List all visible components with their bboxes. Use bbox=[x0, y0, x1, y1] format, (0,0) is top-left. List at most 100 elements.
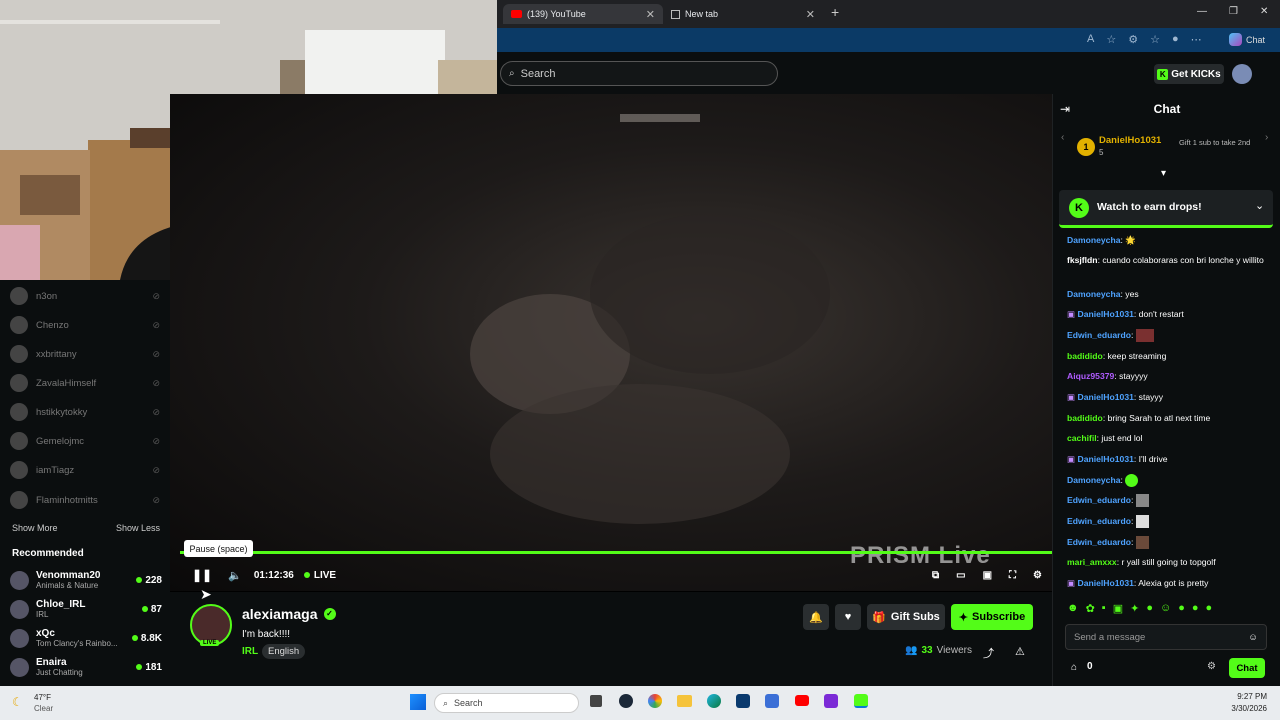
outlook-icon[interactable] bbox=[765, 694, 779, 708]
settings-icon[interactable]: ⚙ bbox=[1033, 570, 1042, 581]
pin-toggle-icon[interactable]: ▾ bbox=[1161, 168, 1166, 179]
emote-icon[interactable]: ● bbox=[1206, 602, 1213, 615]
emote-icon[interactable]: ☻ bbox=[1067, 602, 1079, 615]
get-kicks-button[interactable]: K Get KICKs bbox=[1154, 64, 1224, 84]
gift-subs-button[interactable]: 🎁 Gift Subs bbox=[867, 604, 945, 630]
top-gifter-name[interactable]: DanielHo1031 bbox=[1099, 135, 1161, 146]
steam-icon[interactable] bbox=[619, 694, 633, 708]
chat-username[interactable]: DanielHo1031 bbox=[1078, 454, 1134, 464]
sidebar-following-item[interactable]: Chenzo ⊘ bbox=[10, 311, 160, 339]
emote-icon[interactable]: ● bbox=[1192, 602, 1199, 615]
chat-username[interactable]: Edwin_eduardo bbox=[1067, 495, 1131, 505]
follow-button[interactable]: ♥ bbox=[835, 604, 861, 630]
video-player[interactable]: PRISM Live bbox=[170, 94, 1052, 591]
chat-username[interactable]: badidido bbox=[1067, 351, 1103, 361]
sidebar-following-item[interactable]: ZavalaHimself ⊘ bbox=[10, 369, 160, 397]
chat-username[interactable]: DanielHo1031 bbox=[1078, 578, 1134, 588]
store-icon[interactable] bbox=[736, 694, 750, 708]
chrome-icon[interactable] bbox=[648, 694, 662, 708]
close-tab-icon[interactable]: ✕ bbox=[806, 8, 815, 21]
minimize-icon[interactable]: — bbox=[1197, 6, 1207, 17]
drops-banner[interactable]: K Watch to earn drops! ⌄ bbox=[1059, 190, 1273, 228]
taskbar-search[interactable]: ⌕ Search bbox=[434, 693, 579, 713]
chevron-right-icon[interactable]: › bbox=[1265, 132, 1268, 143]
favorites-icon[interactable]: ☆ bbox=[1150, 33, 1160, 46]
chat-username[interactable]: Aiquz95379 bbox=[1067, 371, 1114, 381]
profile-icon[interactable]: ● bbox=[1172, 33, 1179, 46]
sidebar-following-item[interactable]: Gemelojmc ⊘ bbox=[10, 427, 160, 455]
youtube-app-icon[interactable] bbox=[795, 695, 809, 706]
kick-app-icon[interactable] bbox=[854, 694, 868, 708]
volume-icon[interactable]: 🔈 bbox=[228, 569, 242, 582]
sidebar-following-item[interactable]: iamTiagz ⊘ bbox=[10, 456, 160, 484]
fullscreen-icon[interactable]: ⛶ bbox=[1009, 570, 1016, 581]
chevron-down-icon[interactable]: ⌄ bbox=[1255, 199, 1264, 212]
category-link[interactable]: IRL bbox=[242, 646, 258, 657]
sidebar-following-item[interactable]: hstikkytokky ⊘ bbox=[10, 398, 160, 426]
chat-username[interactable]: badidido bbox=[1067, 413, 1103, 423]
chat-input[interactable]: Send a message ☺ bbox=[1065, 624, 1267, 650]
extension-icon[interactable]: ⚙ bbox=[1128, 33, 1138, 46]
sidebar-following-item[interactable]: Flaminhotmitts ⊘ bbox=[10, 486, 160, 514]
notification-button[interactable]: 🔔 bbox=[803, 604, 829, 630]
chat-username[interactable]: Damoneycha bbox=[1067, 235, 1121, 245]
streamer-name[interactable]: alexiamaga bbox=[242, 606, 318, 622]
chat-username[interactable]: DanielHo1031 bbox=[1078, 309, 1134, 319]
recommended-item[interactable]: Venomman20 Animals & Nature 228 bbox=[10, 565, 162, 595]
task-view-icon[interactable] bbox=[590, 695, 602, 707]
chevron-left-icon[interactable]: ‹ bbox=[1061, 132, 1064, 143]
progress-bar[interactable] bbox=[180, 551, 1052, 554]
chat-username[interactable]: mari_amxxx bbox=[1067, 557, 1117, 567]
pause-icon[interactable]: ❚❚ bbox=[192, 568, 212, 582]
close-tab-icon[interactable]: ✕ bbox=[646, 8, 655, 21]
tab-youtube[interactable]: (139) YouTube ✕ bbox=[503, 4, 663, 24]
chat-settings-icon[interactable]: ⚙ bbox=[1207, 661, 1216, 672]
recommended-item[interactable]: xQc Tom Clancy's Rainbo... 8.8K bbox=[10, 623, 162, 653]
address-bar[interactable]: A ☆ ⚙ ☆ ● ⋯ Chat bbox=[497, 28, 1280, 52]
chat-username[interactable]: Edwin_eduardo bbox=[1067, 537, 1131, 547]
send-chat-button[interactable]: Chat bbox=[1229, 658, 1265, 678]
favorite-icon[interactable]: ☆ bbox=[1106, 33, 1116, 46]
share-icon[interactable]: ⤴ bbox=[983, 645, 994, 661]
more-icon[interactable]: ⋯ bbox=[1191, 33, 1202, 46]
emote-icon[interactable]: ▣ bbox=[1113, 602, 1123, 615]
chat-username[interactable]: cachifil bbox=[1067, 433, 1097, 443]
chat-username[interactable]: Edwin_eduardo bbox=[1067, 330, 1131, 340]
theater-icon[interactable]: ▭ bbox=[956, 570, 965, 581]
emote-icon[interactable]: ✿ bbox=[1086, 602, 1095, 615]
clock-date[interactable]: 3/30/2026 bbox=[1205, 704, 1267, 713]
language-tag[interactable]: English bbox=[262, 644, 306, 659]
sidebar-following-item[interactable]: xxbrittany ⊘ bbox=[10, 340, 160, 368]
chat-username[interactable]: Damoneycha bbox=[1067, 475, 1121, 485]
copilot-chat-button[interactable]: Chat bbox=[1229, 33, 1265, 46]
close-window-icon[interactable]: ✕ bbox=[1260, 6, 1268, 17]
chat-username[interactable]: Edwin_eduardo bbox=[1067, 516, 1131, 526]
recommended-item[interactable]: Enaira Just Chatting 181 bbox=[10, 652, 162, 682]
emoji-icon[interactable]: ☺ bbox=[1248, 632, 1258, 643]
edge-icon[interactable] bbox=[707, 694, 721, 708]
emote-icon[interactable]: ✦ bbox=[1130, 602, 1139, 615]
read-aloud-icon[interactable]: A bbox=[1087, 33, 1094, 46]
show-more-link[interactable]: Show More bbox=[12, 523, 58, 533]
file-explorer-icon[interactable] bbox=[677, 695, 692, 707]
points-icon[interactable]: ⌂ bbox=[1071, 662, 1077, 673]
tab-new[interactable]: New tab ✕ bbox=[663, 4, 823, 24]
show-less-link[interactable]: Show Less bbox=[116, 523, 160, 533]
windows-start-icon[interactable] bbox=[410, 694, 426, 710]
chat-username[interactable]: Damoneycha bbox=[1067, 289, 1121, 299]
pip-icon[interactable]: ▣ bbox=[983, 570, 992, 581]
maximize-icon[interactable]: ❐ bbox=[1229, 6, 1238, 17]
user-avatar[interactable] bbox=[1232, 64, 1252, 84]
emote-icon[interactable]: ☺ bbox=[1160, 602, 1171, 615]
sidebar-following-item[interactable]: n3on ⊘ bbox=[10, 282, 160, 310]
emote-icon[interactable]: ▪ bbox=[1102, 602, 1106, 615]
search-input[interactable]: ⌕ Search bbox=[500, 61, 778, 86]
chat-username[interactable]: fksjfldn bbox=[1067, 255, 1098, 265]
report-icon[interactable]: ⚠ bbox=[1015, 645, 1025, 658]
emote-icon[interactable]: ● bbox=[1146, 602, 1153, 615]
clip-icon[interactable]: ⧉ bbox=[932, 570, 939, 581]
new-tab-button[interactable]: + bbox=[831, 4, 839, 20]
subscribe-button[interactable]: ✦ Subscribe bbox=[951, 604, 1033, 630]
clipchamp-icon[interactable] bbox=[824, 694, 838, 708]
emote-icon[interactable]: ● bbox=[1178, 602, 1185, 615]
